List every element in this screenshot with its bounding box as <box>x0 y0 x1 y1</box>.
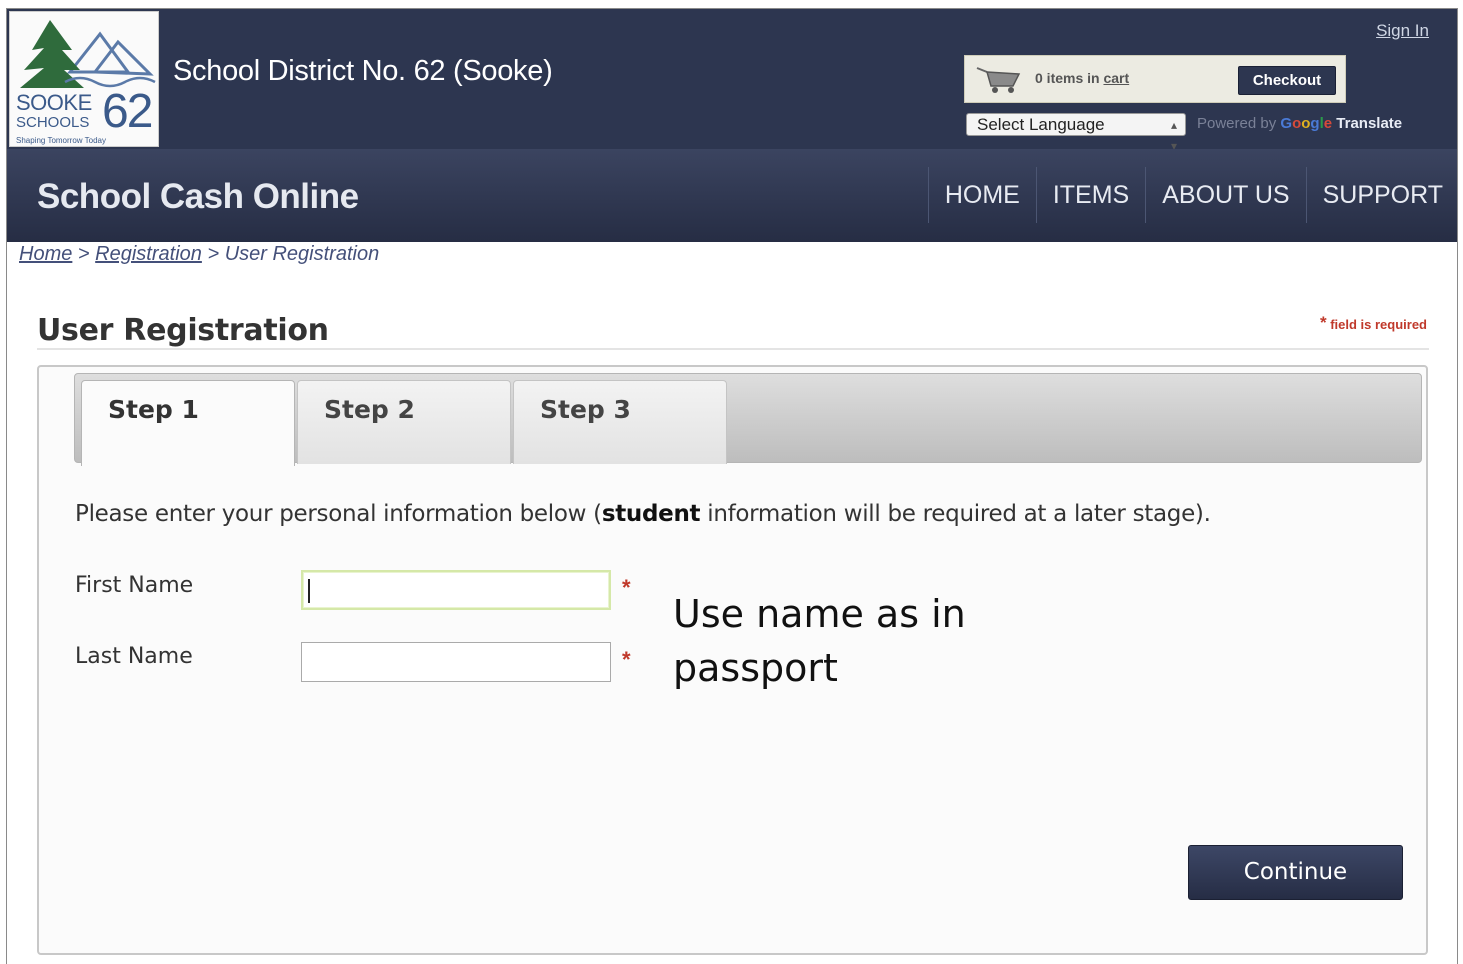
last-name-required-star: * <box>622 647 631 672</box>
first-name-label: First Name <box>75 573 194 598</box>
mountain-tree-logo-icon <box>20 20 156 88</box>
google-logo[interactable]: Google <box>1280 115 1332 132</box>
language-select[interactable]: Select Language ▴ ▾ <box>966 113 1186 153</box>
title-divider <box>37 348 1429 350</box>
registration-panel: Step 1 Step 2 Step 3 Please enter your p… <box>37 365 1428 955</box>
breadcrumb: Home > Registration > User Registration <box>19 243 379 266</box>
last-name-label: Last Name <box>75 644 193 669</box>
sign-in-link[interactable]: Sign In <box>1376 21 1429 41</box>
first-name-required-star: * <box>622 575 631 600</box>
breadcrumb-separator: > <box>207 243 220 265</box>
cart-count-text: 0 items in <box>1035 70 1104 86</box>
powered-by-text: Powered by <box>1197 115 1277 132</box>
form-instructions: Please enter your personal information b… <box>75 501 1211 527</box>
powered-by-google-translate: Powered by Google Translate <box>1197 115 1402 132</box>
logo-text-schools: SCHOOLS <box>16 114 90 131</box>
nav-item-about-us[interactable]: ABOUT US <box>1145 167 1305 223</box>
browser-page: SOOKE SCHOOLS 62 Shaping Tomorrow Today … <box>6 8 1458 964</box>
text-cursor <box>308 579 310 603</box>
breadcrumb-registration[interactable]: Registration <box>95 243 202 265</box>
cart-widget: 0 items in cart Checkout <box>964 55 1346 103</box>
nav-item-home[interactable]: HOME <box>927 167 1036 223</box>
breadcrumb-separator: > <box>77 243 90 265</box>
cart-link[interactable]: cart <box>1103 70 1129 86</box>
site-header: SOOKE SCHOOLS 62 Shaping Tomorrow Today … <box>7 9 1457 153</box>
breadcrumb-current: User Registration <box>224 243 380 265</box>
checkout-button[interactable]: Checkout <box>1238 66 1336 95</box>
continue-button[interactable]: Continue <box>1188 845 1403 900</box>
passport-name-annotation: Use name as in passport <box>673 587 966 695</box>
logo-text-number: 62 <box>102 85 153 138</box>
required-note-text: field is required <box>1330 317 1427 332</box>
page-title: User Registration <box>37 313 329 348</box>
logo-tagline: Shaping Tomorrow Today <box>16 136 106 145</box>
step-tabs: Step 1 Step 2 Step 3 <box>74 373 1422 466</box>
required-field-note: * field is required <box>1320 313 1427 337</box>
tab-step-1[interactable]: Step 1 <box>81 380 295 466</box>
last-name-field[interactable] <box>301 642 611 682</box>
main-nav: School Cash Online HOME ITEMS ABOUT US S… <box>7 149 1457 242</box>
instructions-bold-student: student <box>601 501 701 527</box>
nav-menu: HOME ITEMS ABOUT US SUPPORT <box>927 167 1457 223</box>
district-logo[interactable]: SOOKE SCHOOLS 62 Shaping Tomorrow Today <box>9 11 159 147</box>
translate-link[interactable]: Translate <box>1336 115 1402 132</box>
annotation-line-2: passport <box>673 646 838 690</box>
breadcrumb-home[interactable]: Home <box>19 243 72 265</box>
annotation-line-1: Use name as in <box>673 592 966 636</box>
cart-status: 0 items in cart <box>1035 70 1129 86</box>
required-star: * <box>1319 313 1327 332</box>
brand-title[interactable]: School Cash Online <box>37 177 359 217</box>
first-name-field[interactable] <box>301 570 611 610</box>
shopping-cart-icon[interactable] <box>975 64 1025 99</box>
tab-step-2[interactable]: Step 2 <box>297 380 511 464</box>
district-title: School District No. 62 (Sooke) <box>173 55 553 87</box>
language-select-value: Select Language <box>977 115 1105 134</box>
logo-text-sooke: SOOKE <box>16 90 92 115</box>
nav-item-items[interactable]: ITEMS <box>1035 167 1145 223</box>
tab-step-3[interactable]: Step 3 <box>513 380 727 464</box>
nav-item-support[interactable]: SUPPORT <box>1305 167 1457 223</box>
